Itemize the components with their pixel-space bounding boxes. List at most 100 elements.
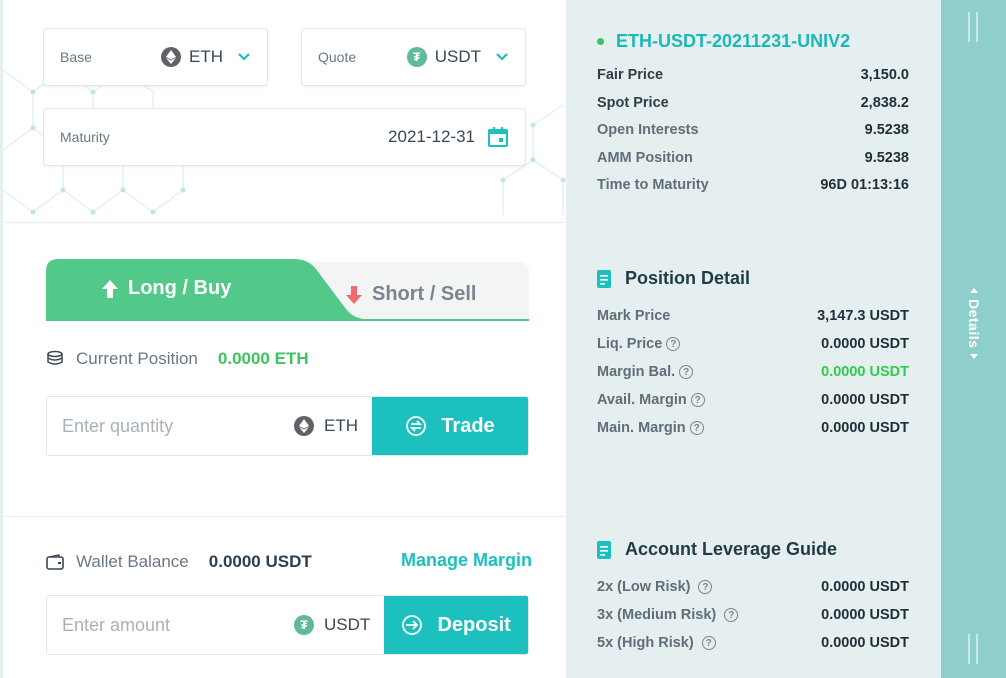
trade-button[interactable]: Trade xyxy=(372,397,528,455)
help-icon[interactable]: ? xyxy=(724,608,739,622)
position-row-label: Avail. Margin xyxy=(597,392,687,408)
market-row-value: 2,838.2 xyxy=(860,95,909,111)
drag-handle-icon[interactable] xyxy=(968,634,978,664)
details-toggle-strip[interactable]: Details xyxy=(941,0,1006,678)
help-icon[interactable]: ? xyxy=(679,365,694,379)
market-row-open-interests: Open Interests 9.5238 xyxy=(597,122,909,138)
market-info-panel: ETH-USDT-20211231-UNIV2 Fair Price 3,150… xyxy=(566,0,941,678)
market-row-value: 9.5238 xyxy=(864,122,909,138)
leverage-row-value: 0.0000 USDT xyxy=(821,607,909,623)
quote-value: USDT xyxy=(434,47,481,66)
maturity-label: Maturity xyxy=(60,129,110,145)
trade-direction-tabs: Short / Sell Long / Buy xyxy=(46,259,529,321)
current-position-value: 0.0000 ETH xyxy=(217,349,309,368)
market-row-spot-price: Spot Price 2,838.2 xyxy=(597,95,909,111)
quote-selector[interactable]: Quote ₮ USDT xyxy=(301,28,526,86)
position-row-value: 3,147.3 USDT xyxy=(817,308,909,324)
base-value: ETH xyxy=(189,47,223,66)
market-row-label: Time to Maturity xyxy=(597,177,709,193)
document-icon xyxy=(597,540,611,559)
leverage-row-5x: 5x (High Risk)? 0.0000 USDT xyxy=(597,635,909,651)
caret-up-icon xyxy=(970,288,978,293)
amount-input[interactable] xyxy=(47,596,294,654)
market-name: ETH-USDT-20211231-UNIV2 xyxy=(616,31,851,51)
tab-short-label: Short / Sell xyxy=(372,283,477,305)
leverage-row-2x: 2x (Low Risk)? 0.0000 USDT xyxy=(597,579,909,595)
drag-handle-icon[interactable] xyxy=(968,12,978,42)
market-row-amm-position: AMM Position 9.5238 xyxy=(597,150,909,166)
caret-down-icon xyxy=(970,354,978,360)
ethereum-icon xyxy=(161,47,181,67)
deposit-button[interactable]: Deposit xyxy=(384,596,528,654)
position-row-margin-bal: Margin Bal.? 0.0000 USDT xyxy=(597,364,909,380)
status-dot xyxy=(597,38,604,45)
market-row-value: 96D 01:13:16 xyxy=(820,177,909,193)
quantity-input[interactable] xyxy=(47,397,294,455)
position-row-avail-margin: Avail. Margin? 0.0000 USDT xyxy=(597,392,909,408)
trade-panel: Base ETH Quote ₮ USDT Maturity 2021-12-3… xyxy=(0,0,569,678)
current-position-label: Current Position xyxy=(76,349,198,368)
help-icon[interactable]: ? xyxy=(666,337,681,351)
wallet-balance-value: 0.0000 USDT xyxy=(208,552,312,571)
position-row-value: 0.0000 USDT xyxy=(821,392,909,408)
position-row-main-margin: Main. Margin? 0.0000 USDT xyxy=(597,420,909,436)
position-row-label: Margin Bal. xyxy=(597,364,676,380)
leverage-row-value: 0.0000 USDT xyxy=(821,635,909,651)
help-icon[interactable]: ? xyxy=(698,580,713,594)
deposit-icon xyxy=(402,615,423,635)
position-row-value: 0.0000 USDT xyxy=(821,364,909,380)
market-row-label: AMM Position xyxy=(597,150,693,166)
amount-unit-label: USDT xyxy=(324,615,371,634)
tether-icon: ₮ xyxy=(406,47,427,67)
market-row-fair-price: Fair Price 3,150.0 xyxy=(597,67,909,83)
details-toggle[interactable]: Details xyxy=(962,288,986,388)
help-icon[interactable]: ? xyxy=(689,421,704,435)
position-row-label: Mark Price xyxy=(597,308,671,324)
coins-stack-icon xyxy=(47,350,63,365)
position-row-label: Main. Margin xyxy=(597,420,686,436)
exchange-icon xyxy=(406,416,427,436)
position-row-mark-price: Mark Price 3,147.3 USDT xyxy=(597,308,909,324)
wallet-icon xyxy=(46,554,64,570)
quantity-unit-label: ETH xyxy=(324,416,358,435)
market-row-label: Spot Price xyxy=(597,95,669,111)
position-row-value: 0.0000 USDT xyxy=(821,420,909,436)
amount-unit: ₮ USDT xyxy=(294,596,384,654)
wallet-balance-row: Wallet Balance 0.0000 USDT xyxy=(46,552,312,572)
position-row-liq-price: Liq. Price? 0.0000 USDT xyxy=(597,336,909,352)
quantity-input-group: ETH Trade xyxy=(46,396,529,456)
leverage-row-label: 2x (Low Risk) xyxy=(597,579,691,595)
calendar-icon[interactable] xyxy=(487,126,509,148)
help-icon[interactable]: ? xyxy=(701,636,716,650)
base-label: Base xyxy=(60,49,92,65)
manage-margin-link[interactable]: Manage Margin xyxy=(401,550,532,571)
leverage-row-value: 0.0000 USDT xyxy=(821,579,909,595)
current-position-row: Current Position 0.0000 ETH xyxy=(46,349,309,369)
section-divider xyxy=(3,222,569,223)
maturity-selector[interactable]: Maturity 2021-12-31 xyxy=(43,108,526,166)
market-row-time-to-maturity: Time to Maturity 96D 01:13:16 xyxy=(597,177,909,193)
base-selector[interactable]: Base ETH xyxy=(43,28,268,86)
leverage-guide-title: Account Leverage Guide xyxy=(597,539,837,560)
help-icon[interactable]: ? xyxy=(690,393,705,407)
market-row-label: Fair Price xyxy=(597,67,664,83)
market-row-label: Open Interests xyxy=(597,122,699,138)
details-label: Details xyxy=(966,299,982,349)
arrow-up-icon xyxy=(102,279,118,298)
ethereum-icon xyxy=(294,416,314,436)
position-detail-title-text: Position Detail xyxy=(625,268,751,288)
market-row-value: 3,150.0 xyxy=(860,67,909,83)
chevron-down-icon xyxy=(496,53,508,61)
tether-icon: ₮ xyxy=(294,615,314,635)
market-title: ETH-USDT-20211231-UNIV2 xyxy=(597,31,850,52)
leverage-row-label: 5x (High Risk) xyxy=(597,635,694,651)
leverage-row-label: 3x (Medium Risk) xyxy=(597,607,717,623)
deposit-button-label: Deposit xyxy=(437,613,511,636)
chevron-down-icon xyxy=(238,53,250,61)
wallet-balance-label: Wallet Balance xyxy=(76,552,189,571)
tab-long-buy[interactable]: Long / Buy xyxy=(46,259,376,319)
leverage-row-3x: 3x (Medium Risk)? 0.0000 USDT xyxy=(597,607,909,623)
maturity-value: 2021-12-31 xyxy=(388,127,475,146)
position-row-label: Liq. Price xyxy=(597,336,663,352)
leverage-guide-title-text: Account Leverage Guide xyxy=(625,539,838,559)
